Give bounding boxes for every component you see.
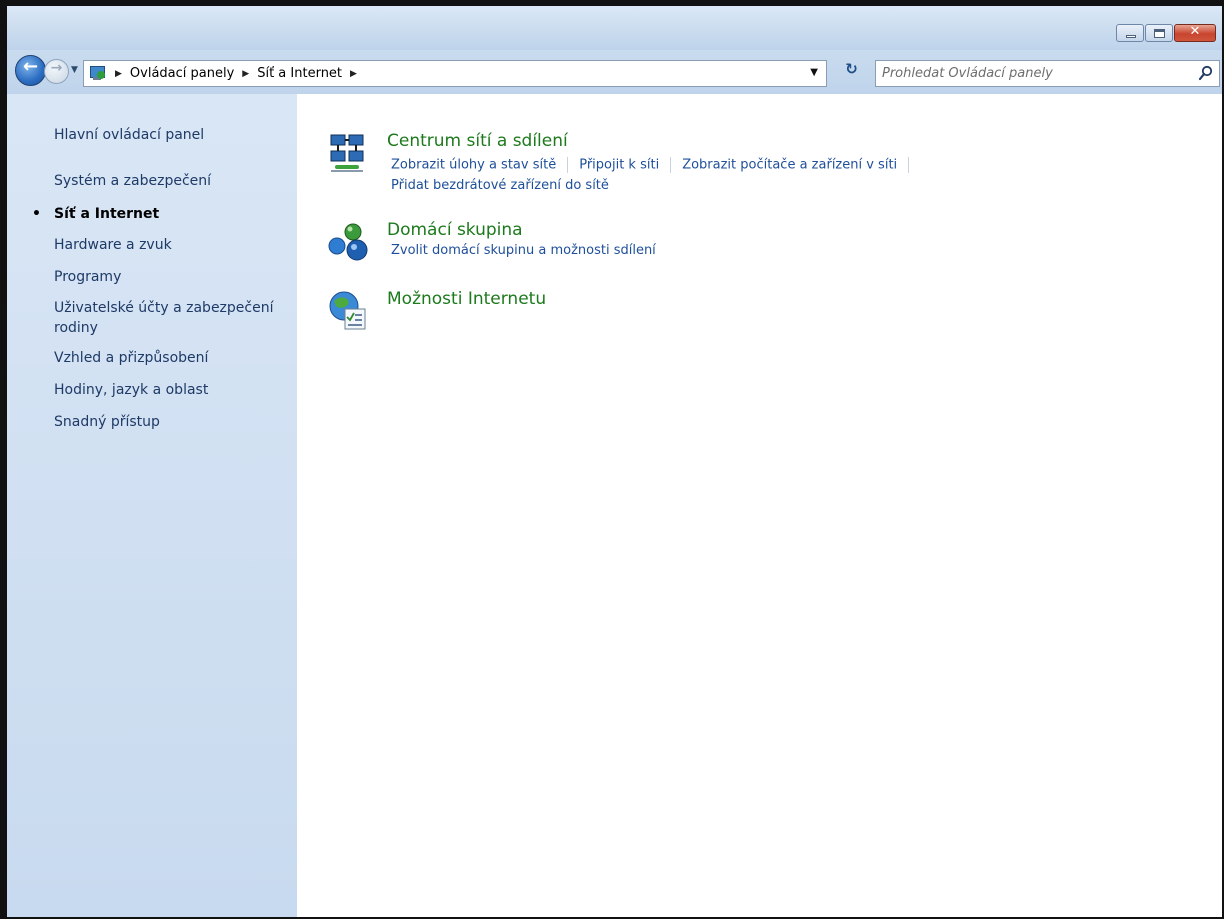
breadcrumb-network-internet[interactable]: Síť a Internet [257, 66, 342, 81]
chevron-down-icon: ▼ [71, 65, 78, 75]
close-icon: ✕ [1189, 24, 1201, 39]
window-controls: ✕ [1115, 24, 1216, 44]
sidebar-item-programs[interactable]: Programy [54, 267, 289, 287]
category-title[interactable]: Možnosti Internetu [387, 289, 546, 309]
back-arrow-icon: ← [22, 56, 39, 77]
link-add-wireless-device[interactable]: Přidat bezdrátové zařízení do sítě [391, 178, 609, 193]
control-panel-icon [87, 65, 107, 83]
homegroup-icon[interactable] [327, 220, 371, 264]
category-links-row-2: Přidat bezdrátové zařízení do sítě [391, 178, 609, 193]
sidebar-item-user-accounts[interactable]: Uživatelské účty a zabezpečení rodiny [54, 298, 282, 338]
link-separator [908, 157, 910, 173]
link-choose-homegroup-options[interactable]: Zvolit domácí skupinu a možnosti sdílení [391, 243, 656, 258]
breadcrumb-arrow-icon[interactable]: ▶ [350, 69, 357, 79]
category-title[interactable]: Domácí skupina [387, 220, 523, 240]
category-title[interactable]: Centrum sítí a sdílení [387, 131, 568, 151]
sidebar-item-control-panel-home[interactable]: Hlavní ovládací panel [54, 125, 289, 145]
refresh-button[interactable]: ↻ [837, 60, 866, 87]
navigation-bar: ← → ▼ ▶ Ovládací panely ▶ Síť a Internet… [7, 50, 1222, 94]
title-bar: ✕ [7, 6, 1222, 50]
sidebar-item-clock-language[interactable]: Hodiny, jazyk a oblast [54, 380, 289, 400]
sidebar: Hlavní ovládací panel Systém a zabezpeče… [7, 94, 297, 917]
sidebar-item-appearance[interactable]: Vzhled a přizpůsobení [54, 348, 289, 368]
address-bar[interactable]: ▶ Ovládací panely ▶ Síť a Internet ▶ ▼ [83, 60, 827, 87]
refresh-icon: ↻ [845, 60, 858, 78]
link-view-network-status[interactable]: Zobrazit úlohy a stav sítě [391, 158, 556, 173]
sidebar-item-ease-of-access[interactable]: Snadný přístup [54, 412, 289, 432]
category-links: Zvolit domácí skupinu a možnosti sdílení [391, 243, 656, 258]
sidebar-item-label: Síť a Internet [54, 206, 160, 222]
minimize-button[interactable] [1116, 24, 1144, 42]
search-box[interactable] [875, 60, 1220, 87]
current-bullet-icon: • [32, 206, 41, 222]
forward-button[interactable]: → [44, 59, 69, 84]
sidebar-item-network-internet: • Síť a Internet [32, 204, 289, 224]
breadcrumb-arrow-icon[interactable]: ▶ [115, 69, 122, 79]
link-separator [670, 157, 672, 173]
recent-pages-button[interactable]: ▼ [71, 65, 78, 75]
maximize-button[interactable] [1145, 24, 1173, 42]
sidebar-item-hardware-sound[interactable]: Hardware a zvuk [54, 235, 289, 255]
back-button[interactable]: ← [15, 55, 46, 86]
close-button[interactable]: ✕ [1174, 24, 1216, 42]
link-view-network-computers[interactable]: Zobrazit počítače a zařízení v síti [682, 158, 897, 173]
breadcrumb-arrow-icon[interactable]: ▶ [242, 69, 249, 79]
control-panel-window: ✕ ← → ▼ ▶ Ovládací panely ▶ Síť a Intern… [0, 0, 1224, 919]
minimize-icon [1126, 35, 1136, 38]
link-separator [567, 157, 569, 173]
category-links: Zobrazit úlohy a stav sítě Připojit k sít… [391, 157, 920, 173]
internet-options-icon[interactable] [327, 289, 371, 333]
address-dropdown-icon[interactable]: ▼ [810, 67, 818, 78]
link-connect-to-network[interactable]: Připojit k síti [579, 158, 659, 173]
main-content: Centrum sítí a sdílení Zobrazit úlohy a … [297, 94, 1222, 917]
maximize-icon [1154, 29, 1165, 38]
sidebar-item-system-security[interactable]: Systém a zabezpečení [54, 171, 289, 191]
search-input[interactable] [882, 64, 1182, 83]
forward-arrow-icon: → [50, 60, 63, 76]
search-icon[interactable] [1198, 65, 1213, 81]
breadcrumb-control-panel[interactable]: Ovládací panely [130, 66, 234, 81]
network-center-icon[interactable] [327, 131, 371, 175]
